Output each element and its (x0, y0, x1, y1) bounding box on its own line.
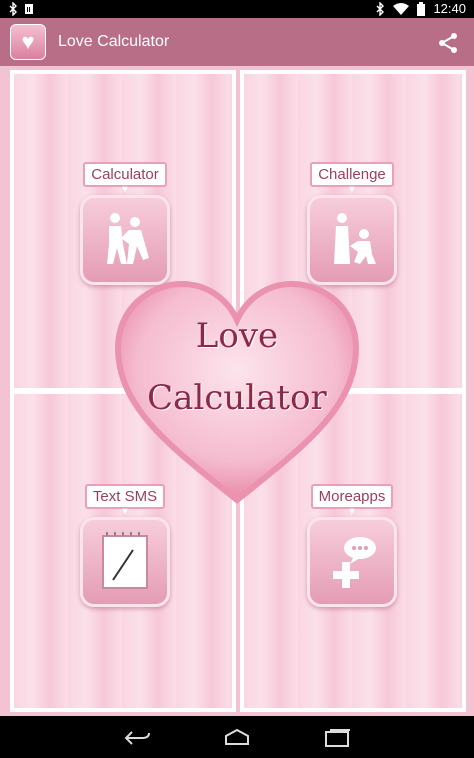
action-bar: ♥ Love Calculator (0, 18, 474, 66)
status-bar: 12:40 (0, 0, 474, 18)
share-icon[interactable] (436, 31, 460, 55)
couple-icon (107, 213, 149, 264)
app-logo-heart-icon[interactable]: ♥ (10, 24, 46, 60)
wifi-icon (393, 2, 410, 15)
heart-title-line2: Calculator (147, 378, 327, 418)
bluetooth-icon (9, 2, 17, 16)
recent-apps-icon[interactable] (322, 728, 352, 748)
main-content: Calculator ♥ Challenge ♥ Love Calculator… (0, 66, 474, 716)
back-icon[interactable] (122, 728, 152, 748)
text-sms-tile[interactable]: Text SMS ♥ (78, 484, 172, 607)
notepad-icon (102, 532, 148, 589)
battery-icon (417, 1, 426, 16)
add-chat-icon (333, 537, 376, 588)
calculator-tile[interactable]: Calculator ♥ (78, 162, 172, 285)
proposal-icon (334, 213, 376, 264)
text-sms-button[interactable] (80, 517, 170, 607)
calculator-button[interactable] (80, 195, 170, 285)
home-icon[interactable] (222, 728, 252, 748)
heart-title-line1: Love (195, 316, 279, 356)
moreapps-button[interactable] (307, 517, 397, 607)
app-title: Love Calculator (58, 33, 170, 50)
clock: 12:40 (433, 1, 466, 16)
challenge-button[interactable] (307, 195, 397, 285)
moreapps-tile[interactable]: Moreapps ♥ (305, 484, 399, 607)
challenge-tile[interactable]: Challenge ♥ (305, 162, 399, 285)
bluetooth-icon (376, 1, 385, 16)
sim-icon (25, 4, 33, 14)
navigation-bar (0, 716, 474, 758)
